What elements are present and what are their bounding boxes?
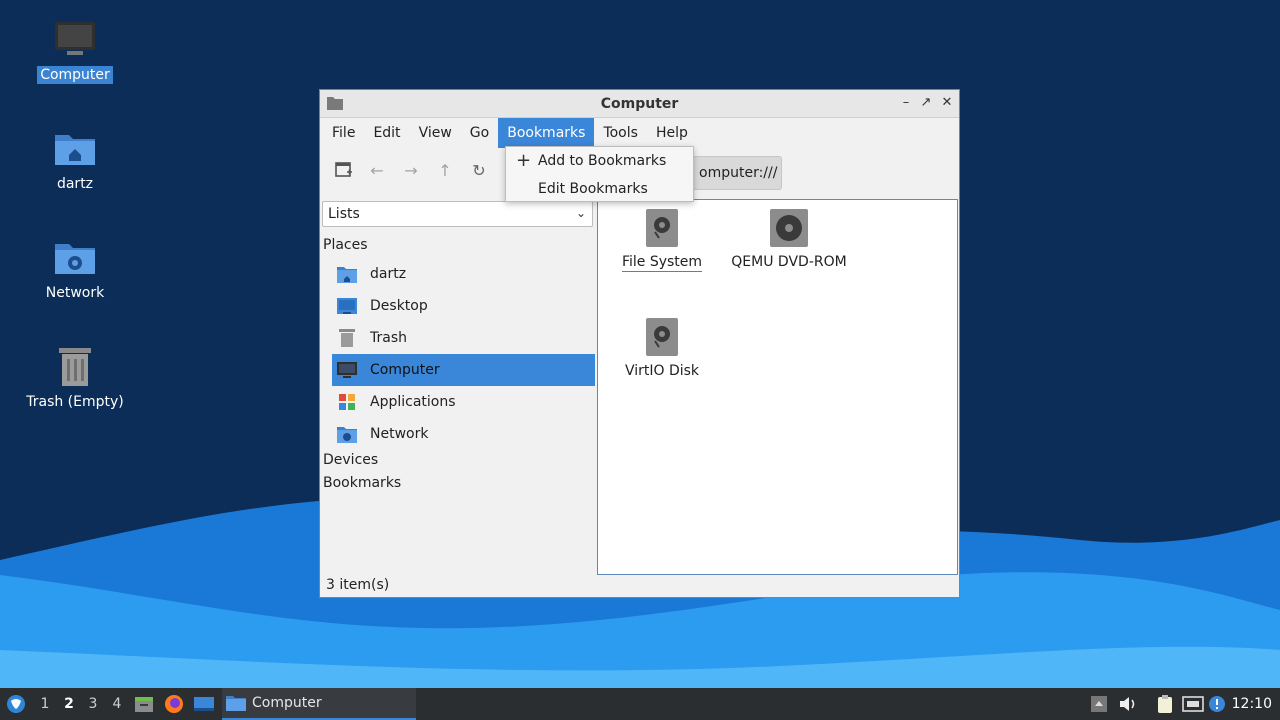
item-label: VirtIO Disk: [624, 363, 700, 379]
desktop-icon-label: dartz: [56, 176, 94, 192]
desktop-icon-trash[interactable]: Trash (Empty): [15, 345, 135, 411]
tray-up-arrow-icon[interactable]: [1090, 688, 1108, 720]
home-folder-icon: [337, 267, 357, 283]
drive-harddisk-icon: [646, 318, 678, 356]
clipboard-icon[interactable]: [1155, 688, 1175, 720]
menu-bookmarks[interactable]: Bookmarks: [498, 118, 595, 148]
firefox-icon[interactable]: [164, 688, 184, 720]
chevron-down-icon: ⌄: [575, 206, 586, 220]
menu-item-label: Edit Bookmarks: [538, 181, 648, 197]
menu-file[interactable]: File: [323, 118, 364, 148]
computer-icon: [55, 22, 95, 55]
desktop-icon-network[interactable]: Network: [15, 236, 135, 302]
devices-header[interactable]: Devices: [323, 452, 378, 468]
sidebar-item-label: dartz: [370, 266, 407, 282]
sidebar-item-desktop[interactable]: Desktop: [332, 290, 595, 322]
side-pane-view-value: Lists: [328, 206, 360, 222]
clock[interactable]: 12:10: [1232, 688, 1272, 720]
menu-help[interactable]: Help: [647, 118, 697, 148]
folder-icon: [226, 696, 246, 711]
desktop-icon-label: Network: [45, 285, 105, 301]
applications-icon: [339, 394, 355, 410]
maximize-icon[interactable]: ↗: [917, 94, 935, 112]
drive-harddisk-icon: [646, 209, 678, 247]
window-title: Computer: [600, 95, 679, 112]
close-icon[interactable]: ✕: [938, 94, 956, 112]
desktop-icon-label: Computer: [37, 66, 113, 84]
up-arrow-icon[interactable]: ↑: [433, 158, 457, 182]
taskbar: 1 2 3 4 Computer 12:10: [0, 688, 1280, 720]
workspace-2[interactable]: 2: [57, 688, 81, 720]
sidebar-item-applications[interactable]: Applications: [332, 386, 595, 418]
window-titlebar[interactable]: Computer – ↗ ✕: [320, 90, 959, 118]
sidebar-item-label: Computer: [370, 362, 440, 378]
trash-icon: [339, 329, 355, 347]
item-qemu-dvd-rom[interactable]: QEMU DVD-ROM: [724, 208, 854, 270]
desktop-icon-computer[interactable]: Computer: [15, 18, 135, 84]
sidebar-item-label: Applications: [370, 394, 456, 410]
side-pane: Lists ⌄ Places dartz Desktop Trash Compu…: [320, 200, 597, 576]
trash-icon: [59, 348, 91, 386]
workspace-1[interactable]: 1: [33, 688, 57, 720]
network-folder-icon: [337, 427, 357, 443]
folder-icon: [327, 97, 343, 110]
desktop-icon-dartz[interactable]: dartz: [15, 127, 135, 193]
item-label: QEMU DVD-ROM: [731, 254, 847, 270]
back-arrow-icon[interactable]: ←: [365, 158, 389, 182]
menu-view[interactable]: View: [410, 118, 461, 148]
item-file-system[interactable]: File System: [597, 208, 727, 272]
volume-icon[interactable]: [1118, 688, 1138, 720]
side-pane-view-select[interactable]: Lists ⌄: [322, 201, 593, 227]
file-manager-launcher-icon[interactable]: [134, 688, 154, 720]
desktop-icon-label: Trash (Empty): [26, 394, 124, 410]
menubar: File Edit View Go Bookmarks Tools Help: [320, 118, 959, 148]
plus-icon: +: [516, 150, 532, 171]
sidebar-item-network[interactable]: Network: [332, 418, 595, 450]
taskbar-item-label: Computer: [252, 695, 322, 711]
sidebar-item-trash[interactable]: Trash: [332, 322, 595, 354]
item-label: File System: [621, 254, 703, 272]
bookmarks-header[interactable]: Bookmarks: [323, 475, 401, 491]
new-tab-icon[interactable]: [332, 158, 356, 182]
desktop-icon: [337, 298, 357, 314]
forward-arrow-icon[interactable]: →: [399, 158, 423, 182]
bookmarks-menu: + Add to Bookmarks Edit Bookmarks: [505, 146, 694, 202]
optical-drive-icon: [770, 209, 808, 247]
sidebar-item-label: Trash: [370, 330, 407, 346]
computer-icon: [337, 362, 357, 378]
location-bar[interactable]: omputer:///: [692, 156, 782, 190]
taskbar-item-computer[interactable]: Computer: [222, 688, 416, 720]
menu-go[interactable]: Go: [461, 118, 498, 148]
sidebar-item-label: Desktop: [370, 298, 428, 314]
menu-tools[interactable]: Tools: [594, 118, 647, 148]
network-status-icon[interactable]: [1182, 688, 1204, 720]
menu-item-label: Add to Bookmarks: [538, 153, 667, 169]
places-header: Places: [323, 237, 368, 253]
workspace-4[interactable]: 4: [105, 688, 129, 720]
status-bar: 3 item(s): [326, 577, 390, 593]
icon-view: File System QEMU DVD-ROM VirtIO Disk: [597, 199, 958, 575]
minimize-icon[interactable]: –: [897, 94, 915, 112]
item-virtio-disk[interactable]: VirtIO Disk: [597, 317, 727, 379]
sidebar-item-label: Network: [370, 426, 429, 442]
sidebar-item-computer[interactable]: Computer: [332, 354, 595, 386]
start-menu-icon[interactable]: [5, 688, 27, 720]
show-desktop-icon[interactable]: [193, 688, 215, 720]
home-folder-icon: [55, 135, 95, 165]
menu-edit[interactable]: Edit: [364, 118, 409, 148]
menu-item-edit-bookmarks[interactable]: Edit Bookmarks: [506, 175, 693, 203]
sidebar-item-dartz[interactable]: dartz: [332, 258, 595, 290]
network-folder-icon: [55, 244, 95, 274]
workspace-3[interactable]: 3: [81, 688, 105, 720]
menu-item-add-to-bookmarks[interactable]: + Add to Bookmarks: [506, 147, 693, 175]
notification-icon[interactable]: [1208, 688, 1226, 720]
reload-icon[interactable]: ↻: [467, 158, 491, 182]
